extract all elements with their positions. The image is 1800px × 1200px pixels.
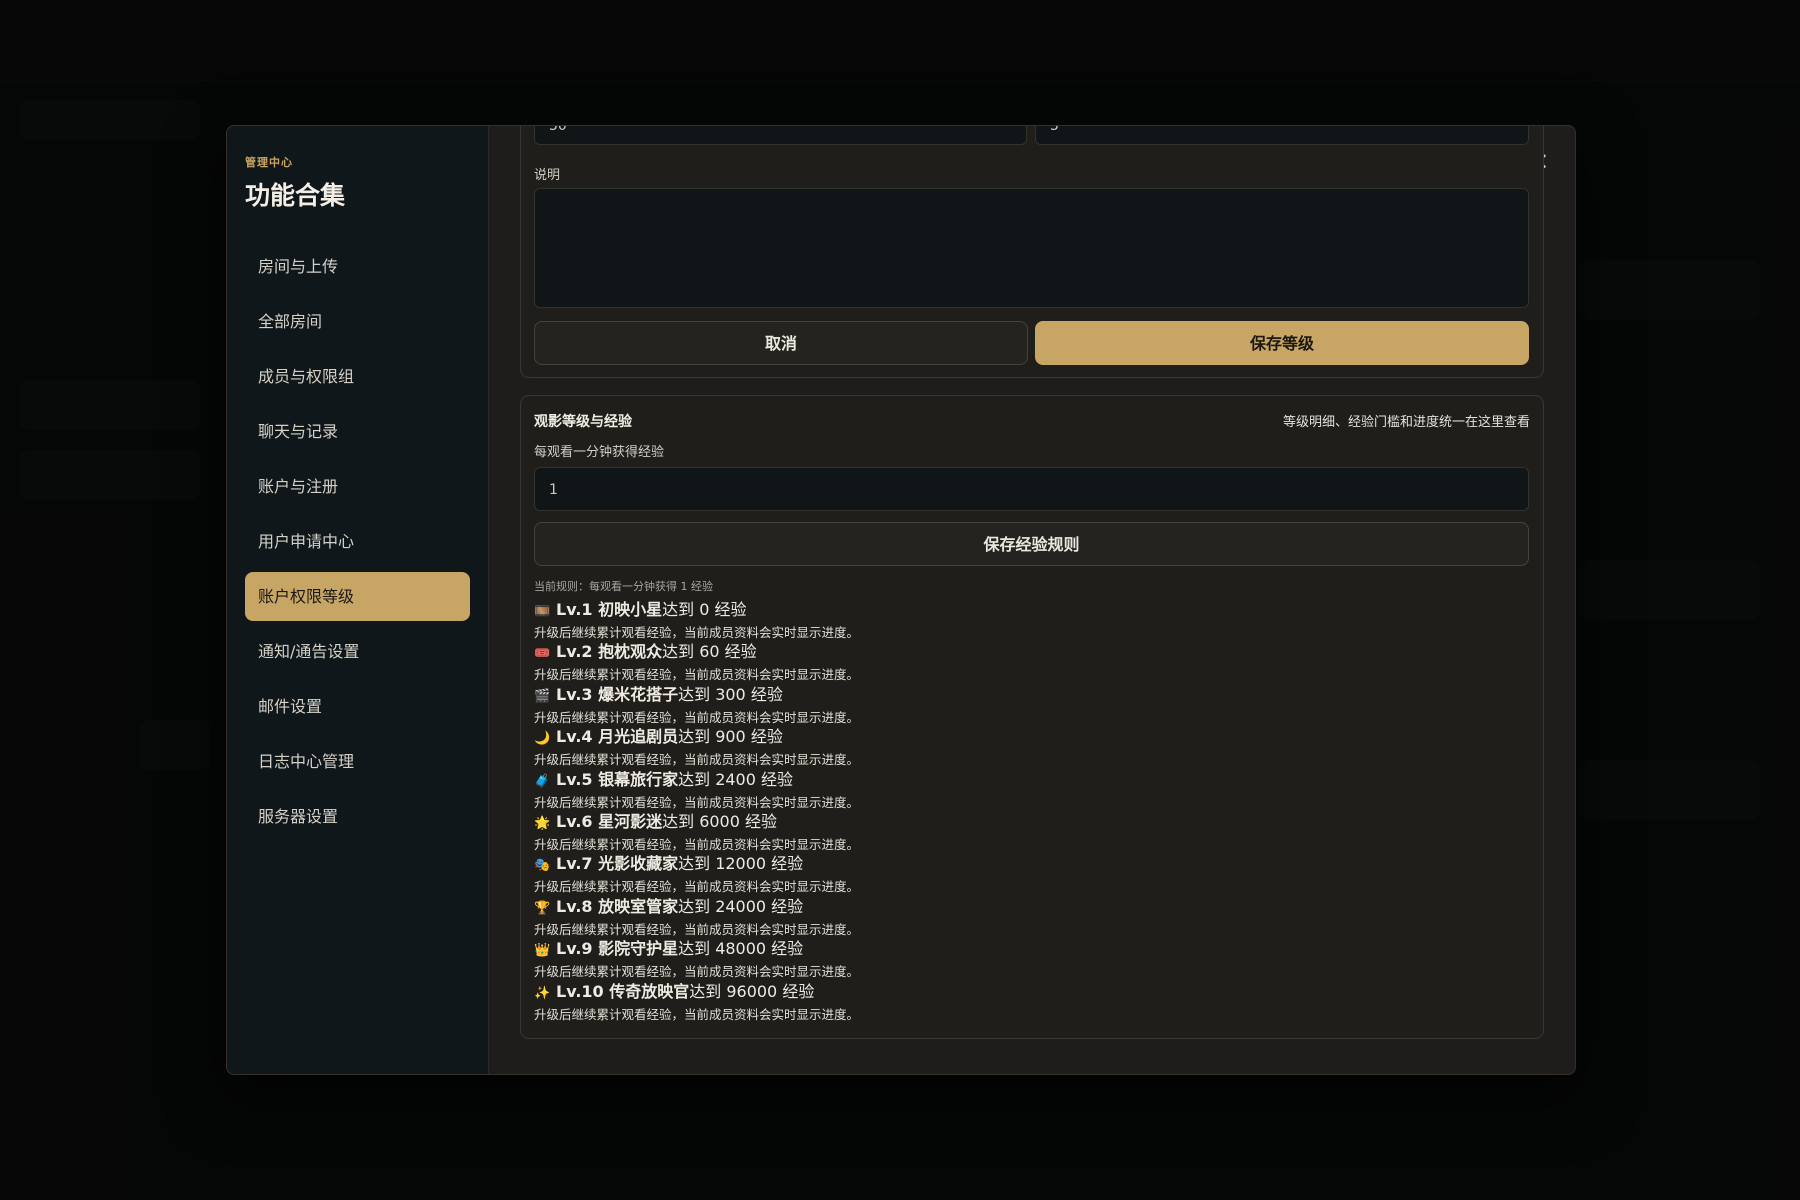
- sidebar-item-notifications[interactable]: 通知/通告设置: [245, 627, 470, 676]
- star-icon: 🌟: [534, 815, 551, 831]
- watch-level-card: 观影等级与经验 等级明细、经验门槛和进度统一在这里查看 每观看一分钟获得经验 1…: [520, 395, 1544, 1039]
- level-name: Lv.1 初映小星: [556, 600, 663, 619]
- level-description: 升级后继续累计观看经验，当前成员资料会实时显示进度。: [534, 794, 860, 810]
- level-name: Lv.5 银幕旅行家: [556, 769, 679, 789]
- level-description: 升级后继续累计观看经验，当前成员资料会实时显示进度。: [534, 964, 860, 980]
- level-item: 🎞️ Lv.1 初映小星达到 0 经验 升级后继续累计观看经验，当前成员资料会实时…: [534, 599, 859, 641]
- level-description: 升级后继续累计观看经验，当前成员资料会实时显示进度。: [534, 709, 860, 725]
- level-item: 🎬 Lv.3 爆米花搭子达到 300 经验 升级后继续累计观看经验，当前成员资料会…: [534, 684, 859, 726]
- sidebar-item-user-applications[interactable]: 用户申请中心: [245, 517, 470, 566]
- level-item: 👑 Lv.9 影院守护星达到 48000 经验 升级后继续累计观看经验，当前成员资…: [534, 938, 859, 980]
- sidebar-item-account-levels[interactable]: 账户权限等级: [245, 572, 470, 621]
- sparkles-icon: ✨: [534, 985, 551, 1001]
- moon-icon: 🌙: [534, 731, 551, 747]
- crown-icon: 👑: [534, 943, 551, 959]
- level-name: Lv.9 影院守护星: [556, 939, 679, 959]
- level-field-left[interactable]: 50: [534, 126, 1027, 145]
- level-list: 🎞️ Lv.1 初映小星达到 0 经验 升级后继续累计观看经验，当前成员资料会实时…: [534, 599, 859, 1023]
- level-threshold: 达到 2400 经验: [678, 769, 794, 789]
- level-threshold: 达到 60 经验: [662, 642, 757, 662]
- level-threshold: 达到 6000 经验: [662, 811, 778, 831]
- sidebar-eyebrow: 管理中心: [245, 156, 293, 169]
- level-description: 升级后继续累计观看经验，当前成员资料会实时显示进度。: [534, 1006, 860, 1022]
- level-name: Lv.8 放映室管家: [556, 896, 679, 916]
- clapper-icon: 🎬: [534, 688, 551, 704]
- level-item: 🏆 Lv.8 放映室管家达到 24000 经验 升级后继续累计观看经验，当前成员资…: [534, 896, 859, 938]
- masks-icon: 🎭: [534, 858, 551, 874]
- save-level-button[interactable]: 保存等级: [1035, 321, 1529, 365]
- level-item: 🎟️ Lv.2 抱枕观众达到 60 经验 升级后继续累计观看经验，当前成员资料会实…: [534, 641, 859, 683]
- level-threshold: 达到 0 经验: [662, 600, 747, 619]
- level-description: 升级后继续累计观看经验，当前成员资料会实时显示进度。: [534, 667, 860, 683]
- level-name: Lv.10 传奇放映官: [556, 981, 690, 1001]
- sidebar-item-all-rooms[interactable]: 全部房间: [245, 297, 470, 346]
- watch-level-title: 观影等级与经验: [534, 414, 632, 430]
- level-threshold: 达到 900 经验: [678, 727, 783, 747]
- level-description: 升级后继续累计观看经验，当前成员资料会实时显示进度。: [534, 921, 860, 937]
- level-item: 🌙 Lv.4 月光追剧员达到 900 经验 升级后继续累计观看经验，当前成员资料会…: [534, 726, 859, 768]
- sidebar-item-log-center[interactable]: 日志中心管理: [245, 737, 470, 786]
- sidebar-item-email-settings[interactable]: 邮件设置: [245, 682, 470, 731]
- level-item: 🌟 Lv.6 星河影迷达到 6000 经验 升级后继续累计观看经验，当前成员资料会…: [534, 811, 859, 853]
- level-item: 🧳 Lv.5 银幕旅行家达到 2400 经验 升级后继续累计观看经验，当前成员资料…: [534, 769, 859, 811]
- level-name: Lv.2 抱枕观众: [556, 642, 663, 662]
- save-exp-rule-button[interactable]: 保存经验规则: [534, 522, 1529, 566]
- cancel-button[interactable]: 取消: [534, 321, 1028, 365]
- feature-collection-modal: 管理中心 功能合集 房间与上传 全部房间 成员与权限组 聊天与记录 账户与注册 …: [226, 125, 1576, 1075]
- level-name: Lv.3 爆米花搭子: [556, 684, 679, 704]
- description-label: 说明: [534, 168, 561, 183]
- level-threshold: 达到 12000 经验: [678, 854, 804, 874]
- watch-level-hint: 等级明细、经验门槛和进度统一在这里查看: [1282, 415, 1530, 430]
- sidebar: 管理中心 功能合集 房间与上传 全部房间 成员与权限组 聊天与记录 账户与注册 …: [227, 126, 489, 1074]
- description-textarea[interactable]: [534, 188, 1529, 308]
- sidebar-item-members-groups[interactable]: 成员与权限组: [245, 352, 470, 401]
- level-description: 升级后继续累计观看经验，当前成员资料会实时显示进度。: [534, 879, 860, 895]
- sidebar-item-rooms-upload[interactable]: 房间与上传: [245, 242, 470, 291]
- level-description: 升级后继续累计观看经验，当前成员资料会实时显示进度。: [534, 836, 860, 852]
- sidebar-item-accounts-registration[interactable]: 账户与注册: [245, 462, 470, 511]
- level-name: Lv.7 光影收藏家: [556, 854, 679, 874]
- level-threshold: 达到 24000 经验: [678, 896, 804, 916]
- luggage-icon: 🧳: [534, 773, 551, 789]
- level-field-right[interactable]: 5: [1035, 126, 1529, 145]
- level-threshold: 达到 48000 经验: [678, 939, 804, 959]
- per-minute-exp-input[interactable]: 1: [534, 467, 1529, 511]
- level-name: Lv.6 星河影迷: [556, 811, 663, 831]
- main-content[interactable]: ✕ 50 5 说明 取消 保存等级 观影等级与经验 等级明细、经验门槛和进度统一…: [489, 126, 1575, 1074]
- level-edit-card: 50 5 说明 取消 保存等级: [520, 126, 1544, 378]
- level-item: 🎭 Lv.7 光影收藏家达到 12000 经验 升级后继续累计观看经验，当前成员资…: [534, 853, 859, 895]
- film-icon: 🎞️: [534, 604, 551, 619]
- level-description: 升级后继续累计观看经验，当前成员资料会实时显示进度。: [534, 625, 860, 640]
- sidebar-title: 功能合集: [245, 181, 346, 210]
- level-description: 升级后继续累计观看经验，当前成员资料会实时显示进度。: [534, 752, 860, 768]
- level-item: ✨ Lv.10 传奇放映官达到 96000 经验 升级后继续累计观看经验，当前成员…: [534, 981, 859, 1023]
- sidebar-item-chat-records[interactable]: 聊天与记录: [245, 407, 470, 456]
- level-threshold: 达到 300 经验: [678, 684, 783, 704]
- trophy-icon: 🏆: [534, 900, 551, 916]
- level-name: Lv.4 月光追剧员: [556, 727, 679, 747]
- current-rule-note: 当前规则：每观看一分钟获得 1 经验: [534, 580, 713, 593]
- sidebar-item-server-settings[interactable]: 服务器设置: [245, 792, 470, 841]
- ticket-icon: 🎟️: [534, 646, 551, 662]
- per-minute-exp-label: 每观看一分钟获得经验: [534, 445, 665, 460]
- level-threshold: 达到 96000 经验: [689, 981, 815, 1001]
